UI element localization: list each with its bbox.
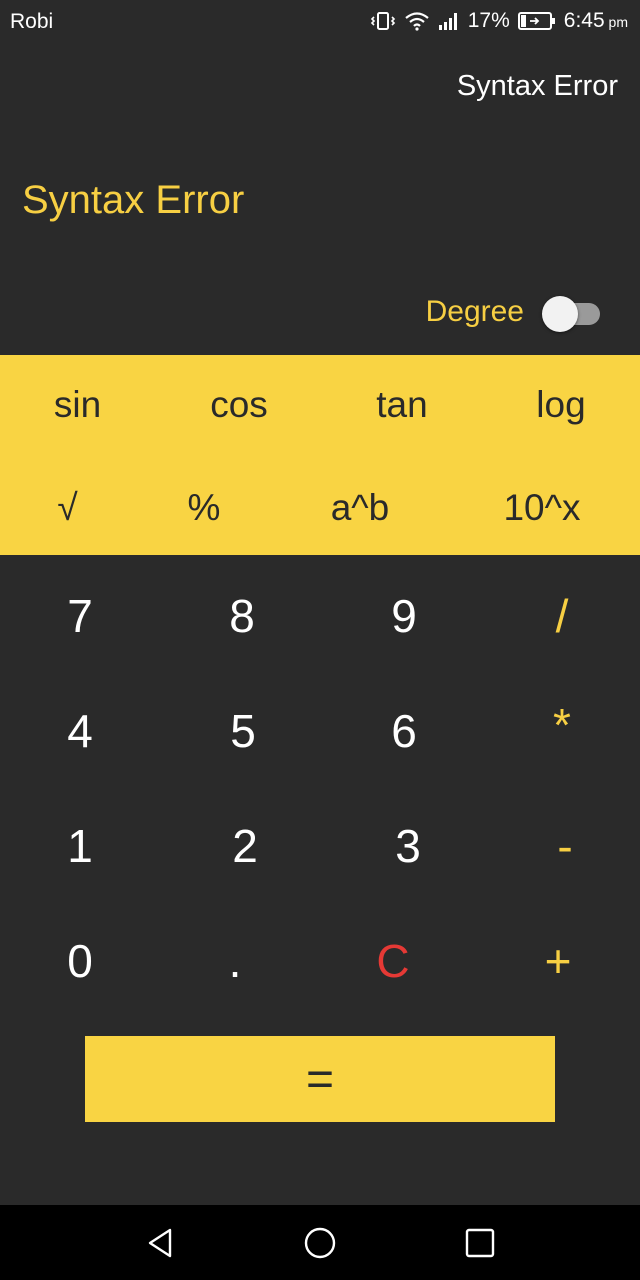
scientific-row-2: √ % a^b 10^x: [0, 458, 640, 558]
degree-row: Degree: [426, 292, 600, 332]
sqrt-button[interactable]: √: [0, 458, 135, 558]
wifi-icon: [404, 11, 430, 31]
carrier-label: Robi: [10, 10, 54, 33]
key-0[interactable]: 0: [0, 911, 160, 1011]
key-9[interactable]: 9: [324, 566, 484, 666]
home-icon[interactable]: [302, 1225, 338, 1261]
key-6[interactable]: 6: [324, 681, 484, 781]
expression-display: Syntax Error: [456, 70, 618, 102]
sin-button[interactable]: sin: [0, 355, 155, 455]
clock: 6:45 pm: [563, 9, 628, 32]
scientific-row-1: sin cos tan log: [0, 355, 640, 455]
key-2[interactable]: 2: [165, 796, 325, 896]
ten-power-button[interactable]: 10^x: [462, 458, 622, 558]
scientific-panel: sin cos tan log √ % a^b 10^x: [0, 355, 640, 555]
navigation-bar: [0, 1205, 640, 1280]
degree-toggle[interactable]: [542, 293, 600, 332]
divide-button[interactable]: /: [482, 566, 640, 666]
percent-button[interactable]: %: [135, 458, 273, 558]
battery-icon: [517, 11, 556, 31]
power-button[interactable]: a^b: [280, 458, 440, 558]
signal-icon: [438, 11, 460, 31]
multiply-button[interactable]: *: [482, 675, 640, 775]
degree-label: Degree: [425, 295, 524, 328]
key-5[interactable]: 5: [163, 681, 323, 781]
subtract-button[interactable]: -: [485, 796, 640, 896]
vibrate-icon: [370, 11, 396, 31]
key-1[interactable]: 1: [0, 796, 160, 896]
key-4[interactable]: 4: [0, 681, 160, 781]
battery-percent: 17%: [467, 9, 510, 32]
tan-button[interactable]: tan: [322, 355, 482, 455]
clear-button[interactable]: C: [313, 911, 473, 1011]
toggle-knob: [542, 296, 578, 332]
decimal-button[interactable]: .: [155, 911, 315, 1011]
back-icon[interactable]: [142, 1225, 178, 1261]
cos-button[interactable]: cos: [160, 355, 318, 455]
equals-button[interactable]: =: [85, 1036, 555, 1122]
log-button[interactable]: log: [482, 355, 640, 455]
result-display: Syntax Error: [22, 178, 245, 222]
key-3[interactable]: 3: [328, 796, 488, 896]
key-7[interactable]: 7: [0, 566, 160, 666]
status-icons: 17% 6:45 pm: [370, 9, 628, 33]
add-button[interactable]: +: [478, 911, 638, 1011]
key-8[interactable]: 8: [162, 566, 322, 666]
recents-icon[interactable]: [462, 1225, 498, 1261]
status-bar: Robi 17% 6:45 pm: [0, 0, 640, 44]
